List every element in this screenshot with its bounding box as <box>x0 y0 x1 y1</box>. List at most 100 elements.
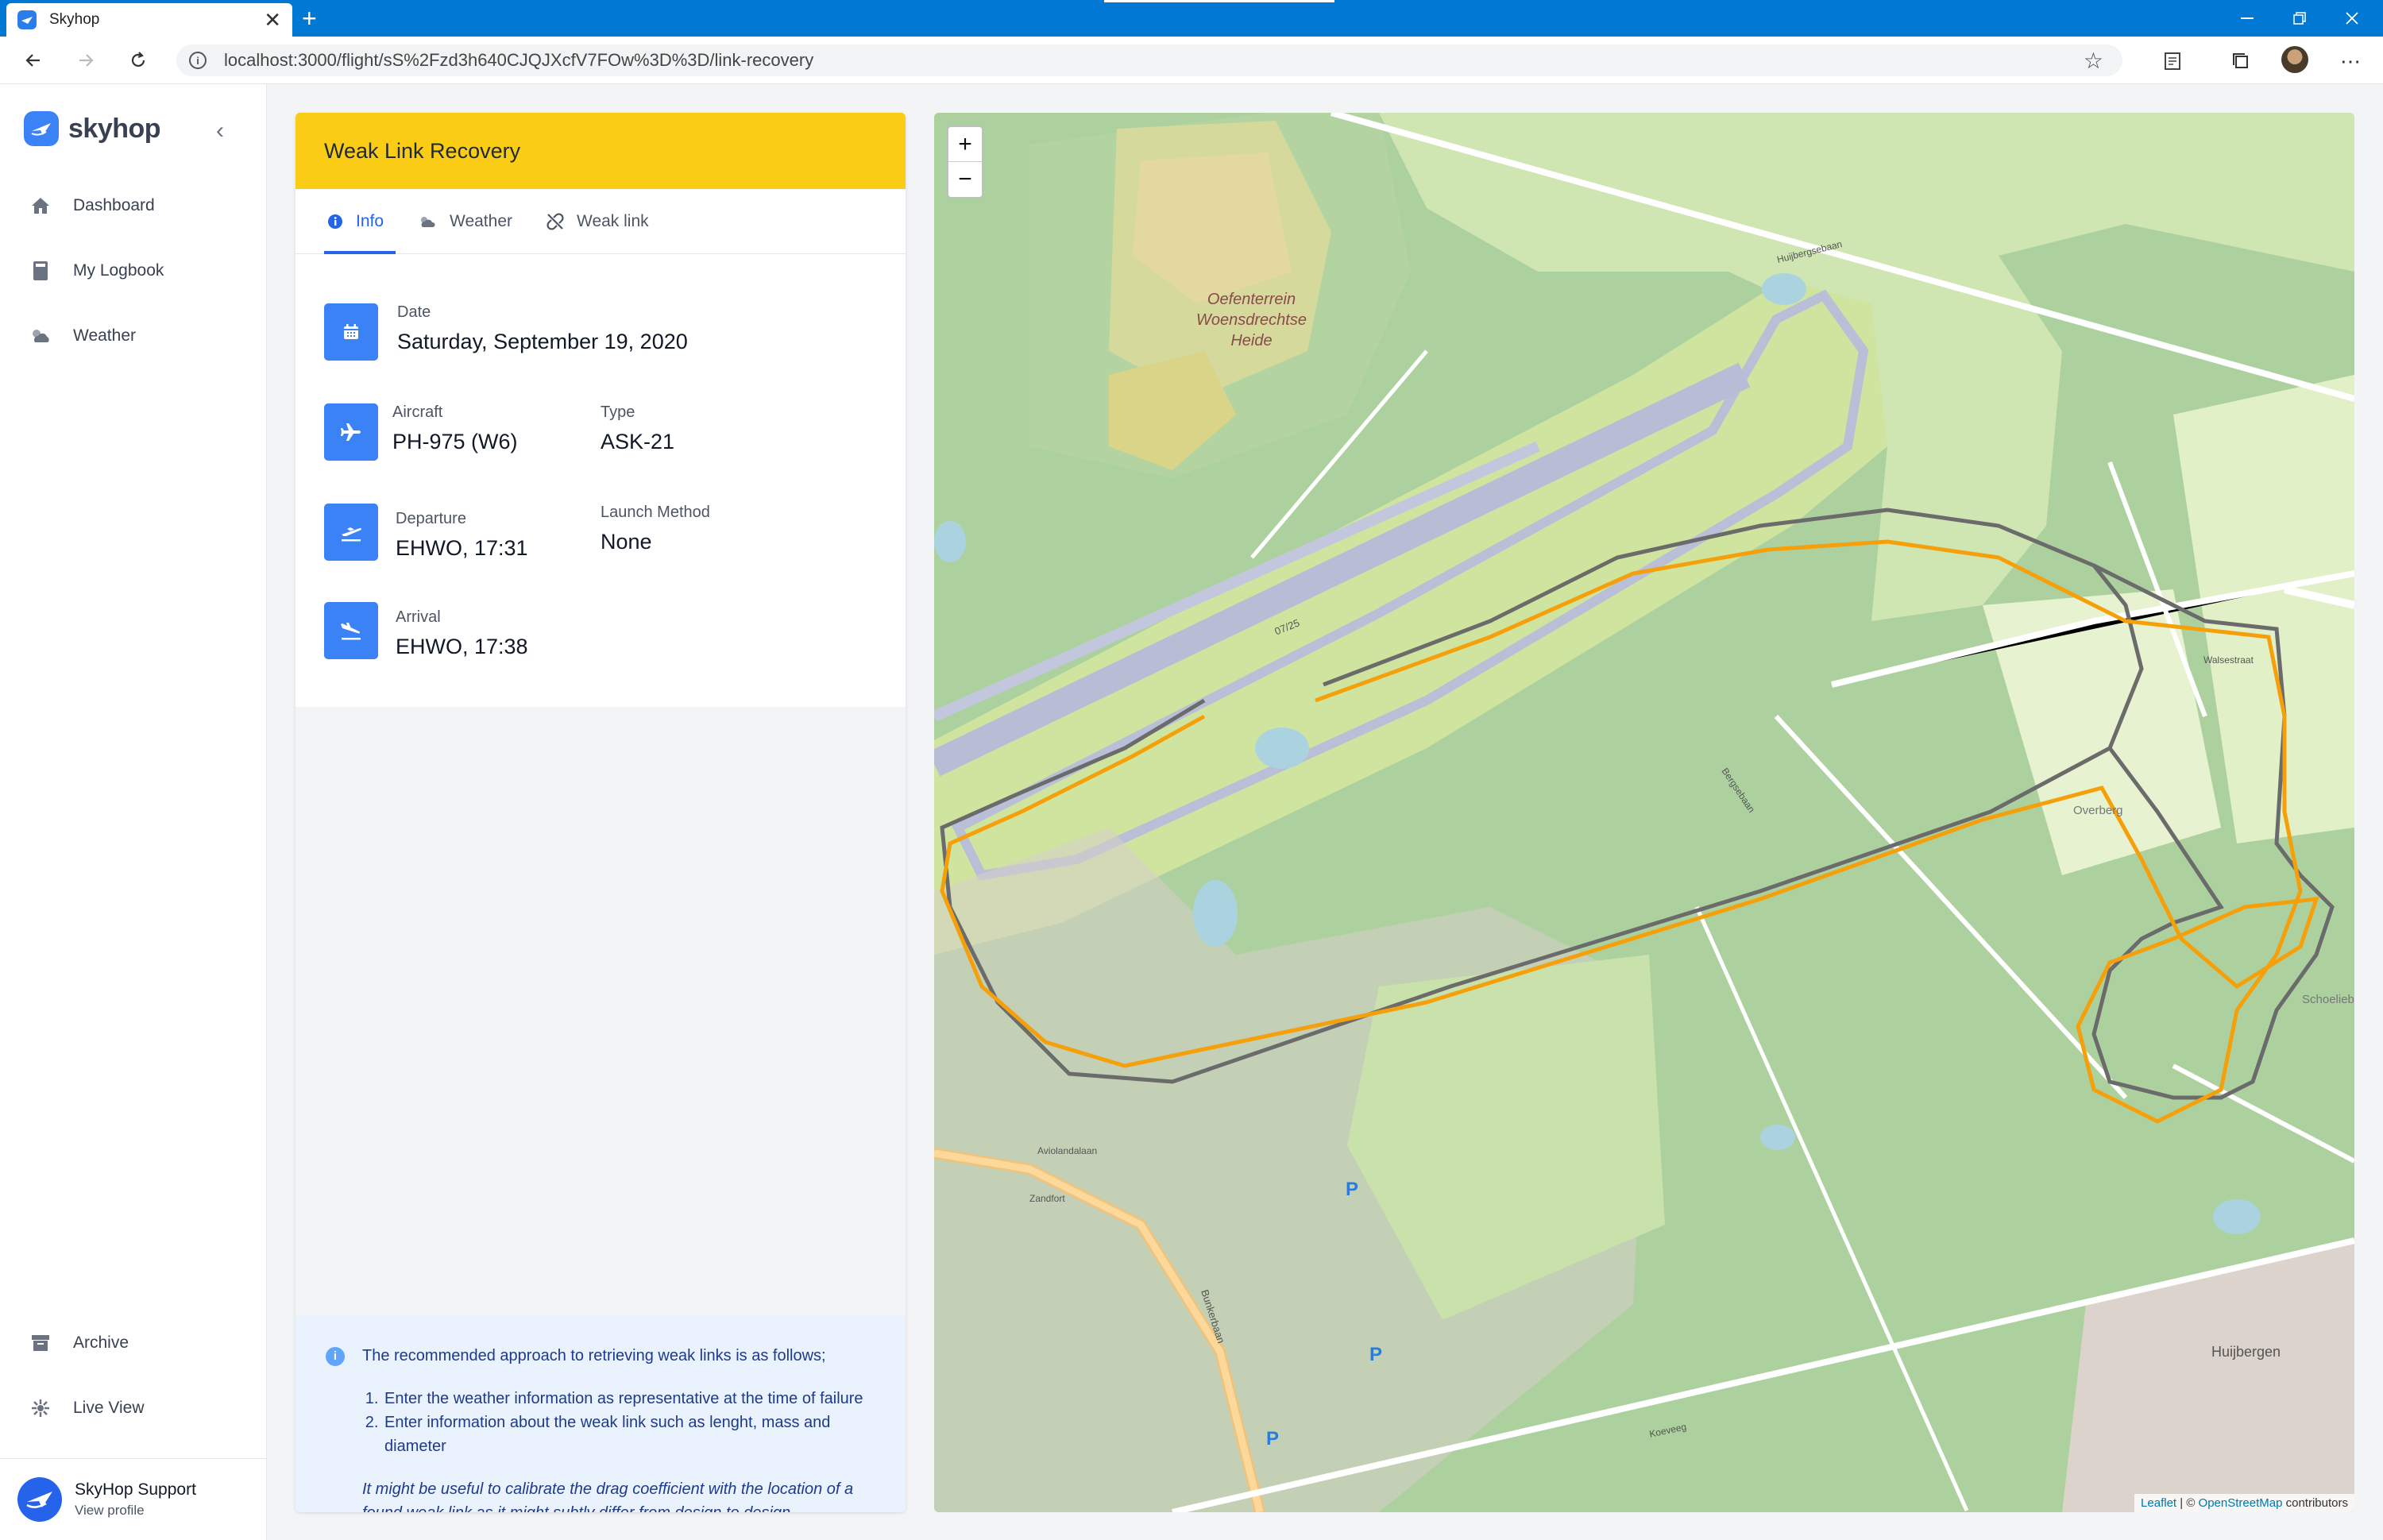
parking-icon: P <box>1369 1344 1383 1365</box>
nav-weather[interactable]: Weather <box>29 324 136 348</box>
weak-link-recovery-card: Weak Link Recovery Info Weather Weak lin… <box>295 113 906 1512</box>
notice-step: Enter the weather information as represe… <box>383 1387 874 1411</box>
parking-icon: P <box>1346 1179 1359 1200</box>
card-empty-area <box>295 707 906 1315</box>
tab-weather-label: Weather <box>450 212 512 230</box>
notice-steps: Enter the weather information as represe… <box>383 1387 874 1458</box>
type-label: Type <box>601 403 635 421</box>
attribution-tail: contributors <box>2282 1496 2348 1510</box>
restore-icon[interactable] <box>2273 0 2326 37</box>
card-title: Weak Link Recovery <box>295 113 906 189</box>
browser-titlebar: Skyhop ✕ + <box>0 0 2383 37</box>
skyhop-logo[interactable]: skyhop <box>24 111 161 146</box>
tab-weak-link-label: Weak link <box>577 212 649 230</box>
zoom-control: + − <box>947 125 983 199</box>
nav-my-logbook[interactable]: My Logbook <box>29 259 164 283</box>
launch-method-field: Launch Method None <box>601 504 710 554</box>
zoom-in-button[interactable]: + <box>948 127 982 162</box>
forward-icon[interactable] <box>71 46 100 75</box>
street-label-aviolandalaan: Aviolandalaan <box>1037 1145 1098 1156</box>
notice-intro: The recommended approach to retrieving w… <box>362 1347 826 1364</box>
flight-map[interactable]: Oefenterrein Woensdrechtse Heide 07/25 O… <box>934 113 2354 1512</box>
skyhop-favicon-icon <box>17 10 37 29</box>
aircraft-label: Aircraft <box>392 403 443 421</box>
nav-live-view[interactable]: Live View <box>29 1396 145 1420</box>
place-label-huijbergen: Huijbergen <box>2211 1344 2281 1360</box>
user-profile[interactable]: SkyHop Support View profile <box>0 1458 267 1540</box>
collections-icon[interactable] <box>2229 49 2253 73</box>
nav-archive[interactable]: Archive <box>29 1331 129 1355</box>
info-icon <box>327 214 343 230</box>
openstreetmap-link[interactable]: OpenStreetMap <box>2199 1496 2283 1510</box>
date-label: Date <box>397 303 431 321</box>
browser-profile-avatar[interactable] <box>2281 46 2308 73</box>
url-field[interactable]: i localhost:3000/flight/sS%2Fzd3h640CJQJ… <box>176 44 2122 76</box>
window-drag-indicator <box>1104 0 1334 2</box>
reading-view-icon[interactable] <box>2161 49 2184 73</box>
aircraft-row <box>324 403 378 461</box>
active-tab-indicator <box>324 251 396 254</box>
nav-archive-label: Archive <box>73 1334 129 1352</box>
book-icon <box>29 259 52 283</box>
map-canvas[interactable] <box>934 113 2354 1512</box>
recovery-notice: i The recommended approach to retrieving… <box>295 1315 906 1512</box>
heath-label-line-1: Oefenterrein <box>1207 291 1296 308</box>
leaflet-link[interactable]: Leaflet <box>2141 1496 2176 1510</box>
tab-weak-link[interactable]: Weak link <box>547 189 649 254</box>
date-value: Saturday, September 19, 2020 <box>397 330 688 353</box>
skyhop-logo-icon <box>24 111 59 146</box>
archive-icon <box>29 1331 52 1355</box>
browser-tab[interactable]: Skyhop ✕ <box>6 3 292 37</box>
tab-weather[interactable]: Weather <box>418 189 512 254</box>
avatar <box>17 1477 62 1522</box>
more-menu-icon[interactable]: ⋯ <box>2339 49 2362 73</box>
takeoff-icon <box>324 504 378 561</box>
logo-text: skyhop <box>68 113 161 144</box>
zoom-out-button[interactable]: − <box>948 162 982 197</box>
profile-name: SkyHop Support <box>75 1480 196 1499</box>
attribution-separator: | © <box>2176 1496 2199 1510</box>
tab-info-label: Info <box>356 212 384 230</box>
aircraft-field: Aircraft PH-975 (W6) <box>392 403 518 454</box>
street-label-zandfort: Zandfort <box>1029 1193 1065 1204</box>
site-info-icon[interactable]: i <box>189 52 207 69</box>
date-row <box>324 303 378 361</box>
back-icon[interactable] <box>19 46 48 75</box>
arrival-value: EHWO, 17:38 <box>396 635 528 658</box>
departure-row <box>324 504 378 561</box>
place-label-overberg: Overberg <box>2073 804 2123 817</box>
collapse-sidebar-icon[interactable]: ‹ <box>216 118 224 145</box>
heath-label-line-2: Woensdrechtse <box>1196 311 1307 329</box>
parking-icon: P <box>1266 1428 1280 1449</box>
aircraft-value: PH-975 (W6) <box>392 430 518 454</box>
app-sidebar: skyhop ‹ Dashboard My Logbook Weather Ar… <box>0 84 267 1540</box>
launch-method-value: None <box>601 530 652 554</box>
close-window-icon[interactable] <box>2326 0 2378 37</box>
nav-dashboard[interactable]: Dashboard <box>29 194 155 218</box>
notice-step: Enter information about the weak link su… <box>383 1411 874 1458</box>
new-tab-button[interactable]: + <box>302 3 317 33</box>
nav-weather-label: Weather <box>73 326 136 345</box>
tab-close-icon[interactable]: ✕ <box>264 8 281 33</box>
info-circle-icon: i <box>326 1347 345 1366</box>
date-field: Date Saturday, September 19, 2020 <box>397 303 688 354</box>
launch-method-label: Launch Method <box>601 504 710 521</box>
radar-icon <box>29 1396 52 1420</box>
airplane-icon <box>324 403 378 461</box>
type-field: Type ASK-21 <box>601 403 674 454</box>
favorite-star-icon[interactable]: ☆ <box>2084 48 2103 74</box>
departure-label: Departure <box>396 510 466 527</box>
tab-info[interactable]: Info <box>327 189 384 254</box>
departure-value: EHWO, 17:31 <box>396 536 528 560</box>
broken-link-icon <box>547 213 564 230</box>
map-attribution: Leaflet | © OpenStreetMap contributors <box>2134 1494 2354 1512</box>
nav-dashboard-label: Dashboard <box>73 196 155 214</box>
home-icon <box>29 194 52 218</box>
minimize-icon[interactable] <box>2221 0 2273 37</box>
arrival-field: Arrival EHWO, 17:38 <box>396 608 528 659</box>
type-value: ASK-21 <box>601 430 675 454</box>
view-profile-link[interactable]: View profile <box>75 1503 196 1519</box>
refresh-icon[interactable] <box>124 46 153 75</box>
heath-label: Oefenterrein Woensdrechtse Heide <box>1196 289 1307 351</box>
arrival-label: Arrival <box>396 608 441 626</box>
